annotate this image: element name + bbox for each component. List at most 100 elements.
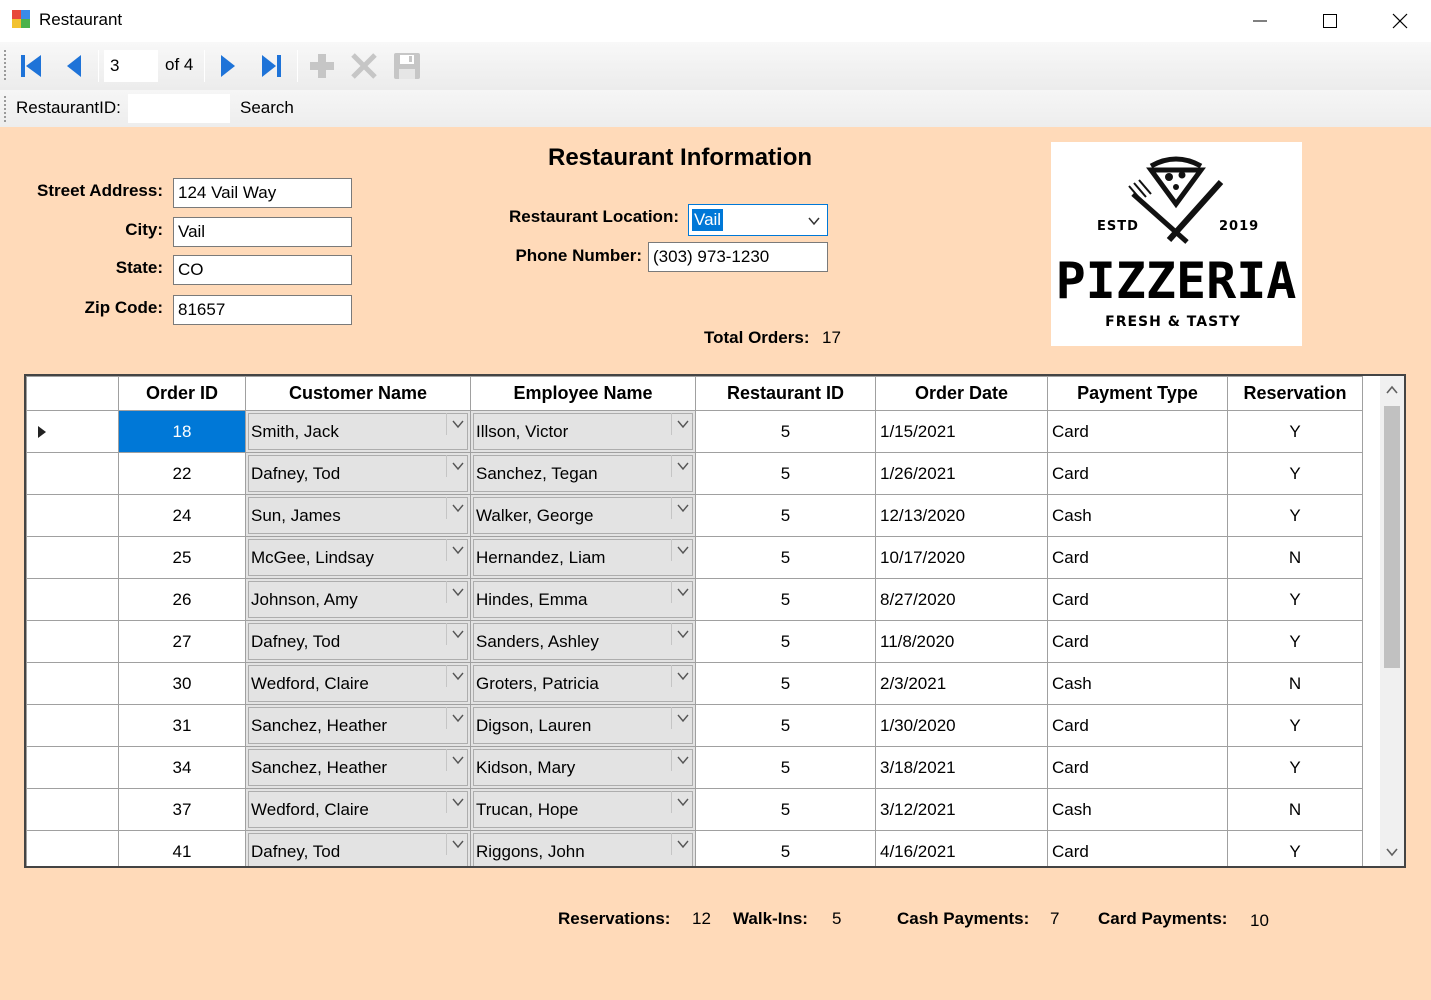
row-header[interactable] <box>26 662 119 705</box>
order-date-cell[interactable]: 4/16/2021 <box>875 830 1048 866</box>
order-id-cell[interactable]: 30 <box>118 662 246 705</box>
position-input[interactable]: 3 <box>104 50 158 82</box>
chevron-down-icon[interactable] <box>671 707 693 729</box>
customer-combo-cell[interactable]: Dafney, Tod <box>245 830 471 866</box>
customer-combo-cell[interactable]: Sun, James <box>245 494 471 537</box>
chevron-down-icon[interactable] <box>671 623 693 645</box>
row-header[interactable] <box>26 452 119 495</box>
scroll-down-button[interactable] <box>1380 838 1404 866</box>
order-id-cell[interactable]: 27 <box>118 620 246 663</box>
reservation-cell[interactable]: Y <box>1227 620 1363 663</box>
order-id-cell[interactable]: 34 <box>118 746 246 789</box>
payment-type-cell[interactable]: Cash <box>1047 494 1228 537</box>
row-header[interactable] <box>26 578 119 621</box>
column-header[interactable]: Order ID <box>118 376 246 411</box>
table-row[interactable]: 31 Sanchez, Heather Digson, Lauren 5 1/30/20… <box>26 704 1363 747</box>
payment-type-cell[interactable]: Card <box>1047 704 1228 747</box>
close-button[interactable] <box>1365 0 1431 42</box>
reservation-cell[interactable]: Y <box>1227 410 1363 453</box>
city-field[interactable]: Vail <box>173 217 352 247</box>
table-row[interactable]: 24 Sun, James Walker, George 5 12/13/2020 Cas… <box>26 494 1363 537</box>
chevron-down-icon[interactable] <box>446 455 468 477</box>
table-row[interactable]: 22 Dafney, Tod Sanchez, Tegan 5 1/26/2021 Car… <box>26 452 1363 495</box>
chevron-down-icon[interactable] <box>671 833 693 855</box>
move-last-button[interactable] <box>254 49 288 83</box>
move-next-button[interactable] <box>210 49 244 83</box>
order-date-cell[interactable]: 12/13/2020 <box>875 494 1048 537</box>
order-date-cell[interactable]: 8/27/2020 <box>875 578 1048 621</box>
toolbar-grip[interactable] <box>4 96 7 122</box>
reservation-cell[interactable]: N <box>1227 662 1363 705</box>
chevron-down-icon[interactable] <box>671 749 693 771</box>
restaurant-id-cell[interactable]: 5 <box>695 494 876 537</box>
move-previous-button[interactable] <box>57 49 91 83</box>
chevron-down-icon[interactable] <box>446 749 468 771</box>
employee-combo-cell[interactable]: Sanchez, Tegan <box>470 452 696 495</box>
table-row[interactable]: 37 Wedford, Claire Trucan, Hope 5 3/12/2021 C… <box>26 788 1363 831</box>
customer-combo-cell[interactable]: Wedford, Claire <box>245 788 471 831</box>
order-id-cell[interactable]: 18 <box>118 410 246 453</box>
row-header[interactable] <box>26 830 119 866</box>
order-id-cell[interactable]: 26 <box>118 578 246 621</box>
chevron-down-icon[interactable] <box>671 455 693 477</box>
restaurant-id-cell[interactable]: 5 <box>695 578 876 621</box>
restaurant-id-cell[interactable]: 5 <box>695 704 876 747</box>
customer-combo-cell[interactable]: Smith, Jack <box>245 410 471 453</box>
customer-combo-cell[interactable]: Sanchez, Heather <box>245 746 471 789</box>
chevron-down-icon[interactable] <box>446 497 468 519</box>
payment-type-cell[interactable]: Cash <box>1047 788 1228 831</box>
order-id-cell[interactable]: 41 <box>118 830 246 866</box>
row-header[interactable] <box>26 494 119 537</box>
chevron-down-icon[interactable] <box>671 665 693 687</box>
order-date-cell[interactable]: 10/17/2020 <box>875 536 1048 579</box>
row-header[interactable] <box>26 746 119 789</box>
row-header[interactable] <box>26 410 119 453</box>
search-button[interactable]: Search <box>240 98 294 118</box>
row-header[interactable] <box>26 536 119 579</box>
delete-button[interactable] <box>347 49 381 83</box>
chevron-down-icon[interactable] <box>671 581 693 603</box>
column-header[interactable]: Restaurant ID <box>695 376 876 411</box>
column-header[interactable]: Reservation <box>1227 376 1363 411</box>
chevron-down-icon[interactable] <box>446 539 468 561</box>
employee-combo-cell[interactable]: Walker, George <box>470 494 696 537</box>
phone-number-field[interactable]: (303) 973-1230 <box>648 242 828 272</box>
restaurant-id-input[interactable] <box>128 94 230 123</box>
table-row[interactable]: 26 Johnson, Amy Hindes, Emma 5 8/27/2020 Card… <box>26 578 1363 621</box>
scroll-up-button[interactable] <box>1380 376 1404 404</box>
order-date-cell[interactable]: 1/26/2021 <box>875 452 1048 495</box>
restaurant-id-cell[interactable]: 5 <box>695 620 876 663</box>
chevron-down-icon[interactable] <box>446 581 468 603</box>
payment-type-cell[interactable]: Card <box>1047 410 1228 453</box>
customer-combo-cell[interactable]: McGee, Lindsay <box>245 536 471 579</box>
employee-combo-cell[interactable]: Digson, Lauren <box>470 704 696 747</box>
reservation-cell[interactable]: N <box>1227 536 1363 579</box>
toolbar-grip[interactable] <box>4 50 7 82</box>
chevron-down-icon[interactable] <box>446 791 468 813</box>
table-row[interactable]: 41 Dafney, Tod Riggons, John 5 4/16/2021 Card… <box>26 830 1363 866</box>
add-new-button[interactable] <box>305 49 339 83</box>
state-field[interactable]: CO <box>173 255 352 285</box>
employee-combo-cell[interactable]: Sanders, Ashley <box>470 620 696 663</box>
employee-combo-cell[interactable]: Groters, Patricia <box>470 662 696 705</box>
payment-type-cell[interactable]: Card <box>1047 578 1228 621</box>
street-address-field[interactable]: 124 Vail Way <box>173 178 352 208</box>
chevron-down-icon[interactable] <box>446 665 468 687</box>
restaurant-id-cell[interactable]: 5 <box>695 788 876 831</box>
column-header[interactable]: Employee Name <box>470 376 696 411</box>
chevron-down-icon[interactable] <box>446 707 468 729</box>
customer-combo-cell[interactable]: Sanchez, Heather <box>245 704 471 747</box>
chevron-down-icon[interactable] <box>446 623 468 645</box>
order-date-cell[interactable]: 3/12/2021 <box>875 788 1048 831</box>
maximize-button[interactable] <box>1295 0 1365 42</box>
table-row[interactable]: 25 McGee, Lindsay Hernandez, Liam 5 10/17/20… <box>26 536 1363 579</box>
restaurant-location-combo[interactable]: Vail <box>688 204 828 236</box>
table-row[interactable]: 34 Sanchez, Heather Kidson, Mary 5 3/18/2021… <box>26 746 1363 789</box>
payment-type-cell[interactable]: Card <box>1047 536 1228 579</box>
order-date-cell[interactable]: 1/15/2021 <box>875 410 1048 453</box>
order-id-cell[interactable]: 25 <box>118 536 246 579</box>
reservation-cell[interactable]: N <box>1227 788 1363 831</box>
table-row[interactable]: 18 Smith, Jack Illson, Victor 5 1/15/2021 Car… <box>26 410 1363 453</box>
reservation-cell[interactable]: Y <box>1227 494 1363 537</box>
scrollbar-thumb[interactable] <box>1384 406 1400 668</box>
